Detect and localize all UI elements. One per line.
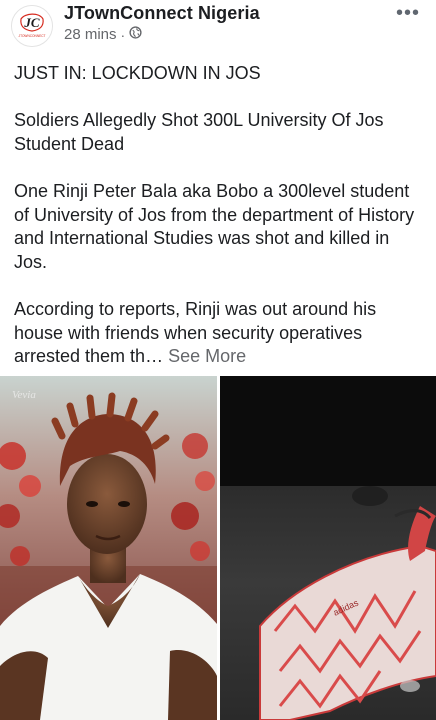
post-paragraph: One Rinji Peter Bala aka Bobo a 300level…	[14, 180, 415, 272]
page-avatar[interactable]: JC JTOWNCONNECT	[11, 5, 53, 47]
globe-icon	[129, 26, 142, 43]
photo-portrait[interactable]: Vevia	[0, 376, 217, 720]
post-paragraph-truncated: According to reports, Rinji was out arou…	[14, 298, 424, 369]
post-meta: 28 mins ·	[64, 26, 142, 43]
avatar-logo-subtext: JTOWNCONNECT	[18, 34, 45, 38]
photo-grid: Vevia adidas	[0, 376, 436, 720]
page-name[interactable]: JTownConnect Nigeria	[64, 3, 260, 24]
photo-scene[interactable]: adidas	[220, 376, 436, 720]
post-headline: JUST IN: LOCKDOWN IN JOS	[14, 63, 261, 83]
see-more-link[interactable]: See More	[168, 346, 246, 366]
post-body: JUST IN: LOCKDOWN IN JOS Soldiers Allege…	[14, 62, 424, 392]
post-paragraph: Soldiers Allegedly Shot 300L University …	[14, 110, 384, 154]
post-header: JC JTOWNCONNECT JTownConnect Nigeria 28 …	[0, 0, 436, 56]
photo-watermark: Vevia	[12, 389, 36, 401]
avatar-logo-text: JC	[23, 15, 40, 30]
post-timestamp[interactable]: 28 mins	[64, 26, 117, 43]
more-options-button[interactable]: •••	[396, 2, 420, 25]
meta-separator: ·	[120, 26, 126, 43]
facebook-post: JC JTOWNCONNECT JTownConnect Nigeria 28 …	[0, 0, 436, 720]
